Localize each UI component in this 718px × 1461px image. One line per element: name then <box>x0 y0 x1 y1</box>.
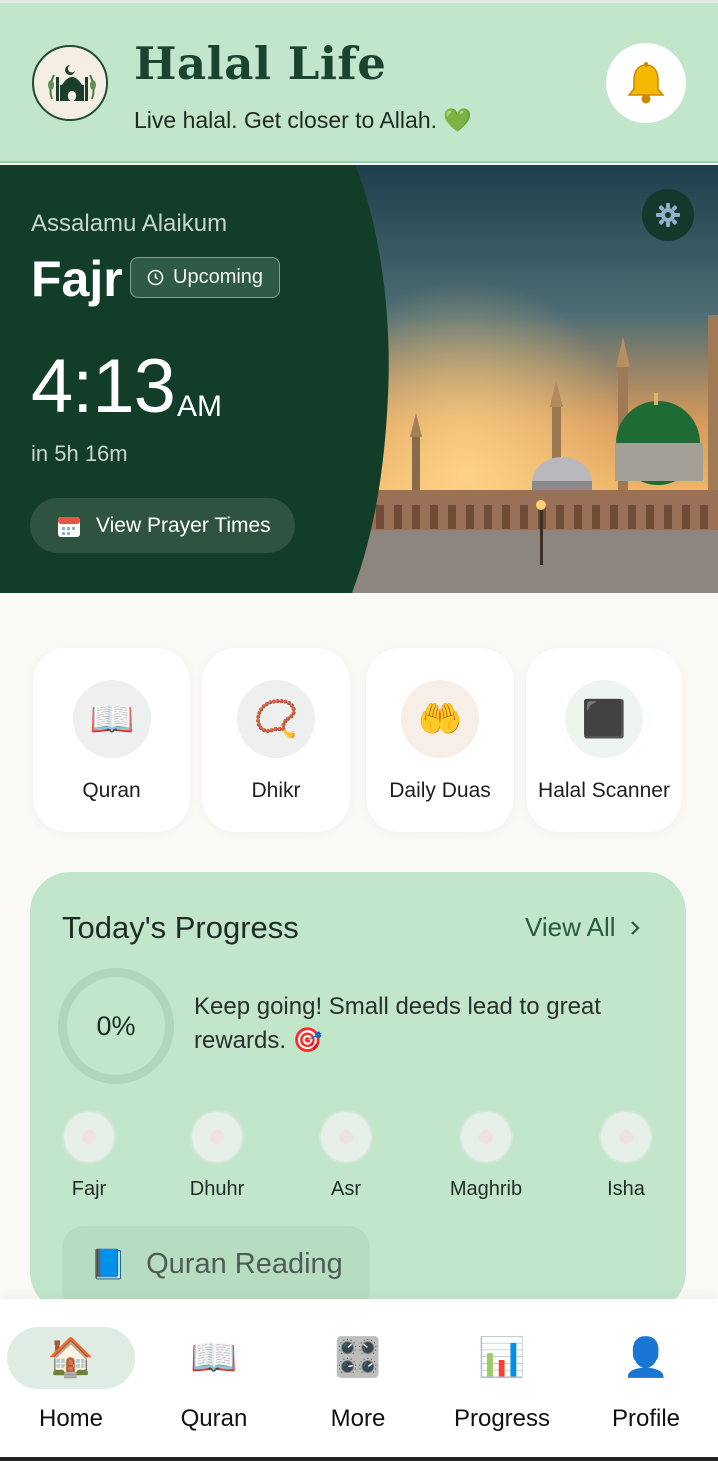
user-icon: 👤 <box>622 1337 670 1379</box>
prayer-label: Asr <box>331 1178 361 1200</box>
prayer-time: 4:13 <box>31 344 176 429</box>
todays-progress-card: Today's Progress View All 0% Keep going!… <box>30 872 686 1312</box>
prayer-label: Maghrib <box>449 1178 523 1200</box>
view-all-label: View All <box>525 912 616 942</box>
view-all-link[interactable]: View All <box>525 912 640 943</box>
prayer-status-asr[interactable] <box>319 1110 373 1164</box>
prayer-status-maghrib[interactable] <box>459 1110 513 1164</box>
nav-label: Progress <box>453 1405 551 1432</box>
app-logo <box>32 45 108 121</box>
clock-icon <box>147 269 164 286</box>
quran-reading-label: Quran Reading <box>146 1248 343 1280</box>
bottom-navigation: 🏠 Home 📖 Quran 🎛️ More 📊 Progress 👤 Prof… <box>0 1299 718 1461</box>
prayer-label: Fajr <box>71 1178 107 1200</box>
nav-label: More <box>330 1405 386 1432</box>
tile-label: Daily Duas <box>389 779 491 802</box>
prayer-status-dhuhr[interactable] <box>190 1110 244 1164</box>
book-icon: 📖 <box>190 1337 238 1379</box>
tile-daily-duas[interactable]: 🤲 Daily Duas <box>366 648 514 832</box>
prayer-status-isha[interactable] <box>599 1110 653 1164</box>
chevron-right-icon <box>630 920 640 935</box>
mosque-logo-icon <box>36 49 106 119</box>
nav-label: Home <box>38 1405 104 1432</box>
tile-halal-scanner[interactable]: ⬛ Halal Scanner <box>526 648 682 832</box>
next-prayer-name: Fajr <box>31 251 123 307</box>
progress-title: Today's Progress <box>62 910 299 945</box>
view-prayer-times-button[interactable]: View Prayer Times <box>30 498 295 553</box>
nav-quran[interactable]: 📖 Quran <box>149 1327 279 1433</box>
tile-dhikr[interactable]: 📿 Dhikr <box>202 648 350 832</box>
prayer-status-fajr[interactable] <box>62 1110 116 1164</box>
calendar-icon <box>58 516 80 537</box>
nav-label: Quran <box>180 1405 248 1432</box>
app-title: Halal Life <box>134 37 387 90</box>
upcoming-badge: Upcoming <box>130 257 281 298</box>
bar-chart-icon: 📊 <box>478 1337 526 1379</box>
bell-icon <box>627 62 665 104</box>
view-prayer-times-label: View Prayer Times <box>96 513 271 537</box>
prayer-hero: Assalamu Alaikum Fajr Upcoming 4:13 AM i… <box>0 165 718 593</box>
home-icon: 🏠 <box>7 1327 135 1389</box>
control-knobs-icon: 🎛️ <box>334 1337 382 1379</box>
greeting-text: Assalamu Alaikum <box>31 210 228 237</box>
bottom-edge <box>0 1457 718 1461</box>
progress-ring: 0% <box>58 968 174 1084</box>
nav-home[interactable]: 🏠 Home <box>6 1327 136 1433</box>
tile-label: Dhikr <box>251 779 301 802</box>
prayer-ampm: AM <box>177 390 222 423</box>
nav-more[interactable]: 🎛️ More <box>293 1327 423 1433</box>
hero-settings-button[interactable] <box>642 189 694 241</box>
notifications-button[interactable] <box>606 43 686 123</box>
book-icon: 📖 <box>73 680 151 758</box>
prayer-beads-icon: 📿 <box>237 680 315 758</box>
praying-hands-icon: 🤲 <box>401 680 479 758</box>
tile-quran[interactable]: 📖 Quran <box>33 648 190 832</box>
nav-progress[interactable]: 📊 Progress <box>437 1327 567 1433</box>
nav-label: Profile <box>611 1405 681 1432</box>
prayer-label: Isha <box>607 1178 645 1200</box>
badge-label: Upcoming <box>173 266 264 288</box>
gear-icon <box>656 203 680 227</box>
tile-label: Halal Scanner <box>538 779 670 802</box>
encouragement-text: Keep going! Small deeds lead to great re… <box>194 993 601 1054</box>
tile-label: Quran <box>82 779 141 802</box>
prayer-label: Dhuhr <box>189 1178 245 1200</box>
progress-percent: 0% <box>96 1010 136 1041</box>
nav-profile[interactable]: 👤 Profile <box>581 1327 711 1433</box>
prayer-countdown: in 5h 16m <box>31 441 128 466</box>
app-tagline: Live halal. Get closer to Allah. 💚 <box>134 107 473 133</box>
blue-book-icon: 📘 <box>90 1249 127 1281</box>
app-header: Halal Life Live halal. Get closer to All… <box>0 3 718 163</box>
scanner-icon: ⬛ <box>565 680 643 758</box>
